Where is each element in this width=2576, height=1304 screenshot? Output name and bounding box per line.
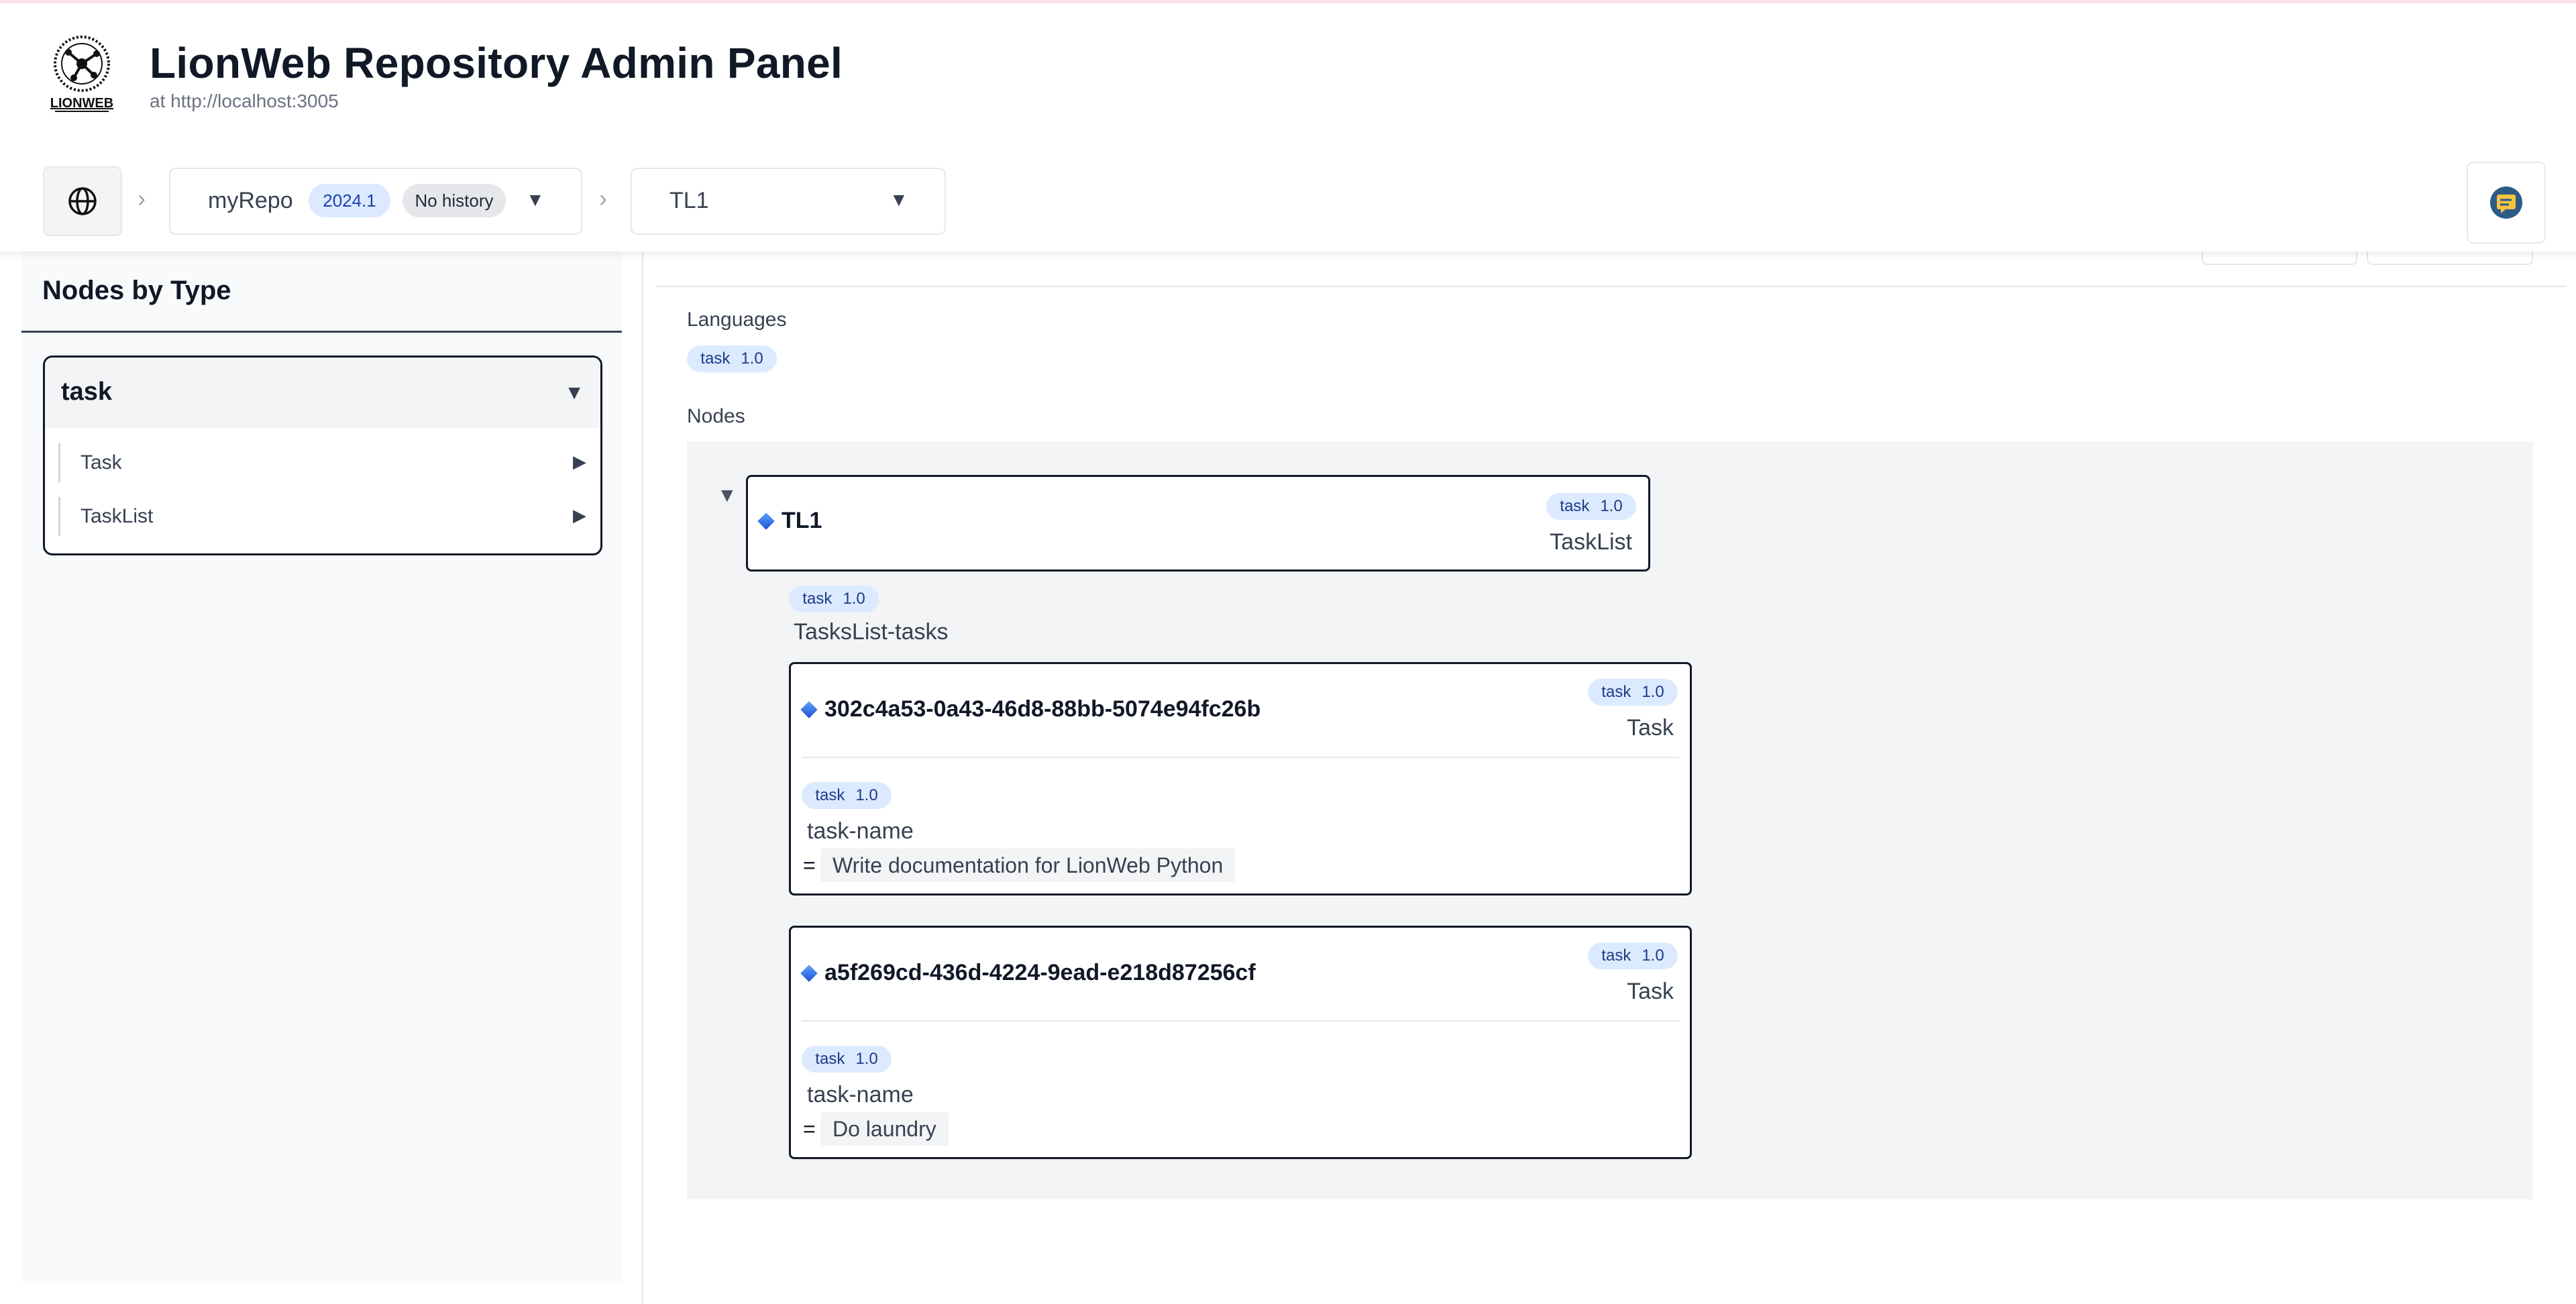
- message-icon: [2490, 186, 2522, 219]
- property-name: task-name: [807, 1082, 914, 1107]
- language-group-card: task ▼ Task ▶ TaskList ▶: [43, 356, 602, 555]
- chevron-down-icon: ▼: [526, 189, 545, 210]
- repo-name: myRepo: [208, 188, 293, 213]
- globe-button[interactable]: [43, 166, 122, 236]
- languages-heading: Languages: [687, 309, 787, 331]
- sidebar-title: Nodes by Type: [42, 276, 231, 305]
- node-id: a5f269cd-436d-4224-9ead-e218d87256cf: [800, 960, 1256, 986]
- breadcrumb-chevron-icon: ›: [138, 184, 146, 212]
- containment-name: TasksList-tasks: [794, 619, 949, 645]
- property-badge: task 1.0: [802, 782, 892, 809]
- node-selector[interactable]: TL1 ▼: [631, 168, 946, 235]
- chevron-right-icon: ▶: [573, 451, 586, 472]
- repository-selector[interactable]: myRepo 2024.1 No history ▼: [169, 168, 582, 235]
- chevron-right-icon: ▶: [573, 505, 586, 525]
- breadcrumb-chevron-icon: ›: [599, 184, 607, 212]
- history-badge: No history: [402, 184, 506, 217]
- nodes-heading: Nodes: [687, 405, 745, 427]
- property-name: task-name: [807, 818, 914, 844]
- divider: [656, 286, 2567, 287]
- toolbar-button[interactable]: [2367, 252, 2533, 265]
- chevron-down-icon: ▼: [564, 382, 584, 404]
- node-diamond-icon: [800, 964, 818, 982]
- message-button[interactable]: [2467, 162, 2546, 243]
- language-group-name: task: [61, 378, 113, 406]
- node-id: 302c4a53-0a43-46d8-88bb-5074e94fc26b: [800, 696, 1260, 722]
- type-label: TaskList: [80, 505, 154, 527]
- language-badge: task 1.0: [1588, 679, 1678, 706]
- containment-badge: task 1.0: [789, 586, 879, 612]
- sidebar: Nodes by Type task ▼ Task ▶ TaskList ▶: [21, 252, 622, 1283]
- selected-node-label: TL1: [669, 188, 709, 213]
- root-node-card[interactable]: TL1 task 1.0 TaskList: [746, 475, 1650, 572]
- child-node-card[interactable]: 302c4a53-0a43-46d8-88bb-5074e94fc26b tas…: [789, 662, 1692, 895]
- node-concept: Task: [1627, 979, 1674, 1004]
- toolbar-button[interactable]: [2202, 252, 2357, 265]
- divider: [802, 1020, 1679, 1022]
- divider: [21, 331, 622, 333]
- language-badge: task 1.0: [1546, 493, 1636, 520]
- lionweb-logo: LIONWEB: [50, 36, 113, 112]
- divider: [802, 757, 1679, 758]
- svg-text:LIONWEB: LIONWEB: [50, 96, 113, 111]
- child-node-card[interactable]: a5f269cd-436d-4224-9ead-e218d87256cf tas…: [789, 926, 1692, 1159]
- globe-icon: [68, 187, 97, 215]
- node-id: TL1: [757, 508, 822, 534]
- type-label: Task: [80, 451, 122, 474]
- app-title: LionWeb Repository Admin Panel: [150, 39, 843, 87]
- collapse-caret-icon[interactable]: ▼: [717, 484, 737, 507]
- language-badge: task 1.0: [687, 345, 777, 372]
- app-header: LIONWEB LionWeb Repository Admin Panel a…: [0, 3, 2576, 252]
- property-value-field[interactable]: Do laundry: [820, 1112, 949, 1146]
- equals-sign: =: [803, 853, 816, 877]
- chevron-down-icon: ▼: [890, 189, 908, 210]
- node-concept: Task: [1627, 715, 1674, 741]
- sidebar-item-tasklist[interactable]: TaskList ▶: [58, 497, 589, 536]
- language-badge: task 1.0: [1588, 942, 1678, 969]
- node-concept: TaskList: [1550, 529, 1632, 555]
- equals-sign: =: [803, 1117, 816, 1141]
- panel-divider: [642, 252, 643, 1304]
- property-badge: task 1.0: [802, 1046, 892, 1073]
- server-url: at http://localhost:3005: [150, 91, 339, 111]
- property-value-field[interactable]: Write documentation for LionWeb Python: [820, 849, 1236, 882]
- language-group-header[interactable]: task ▼: [45, 358, 600, 428]
- sidebar-item-task[interactable]: Task ▶: [58, 443, 589, 482]
- repo-version-badge: 2024.1: [309, 184, 390, 217]
- node-diamond-icon: [757, 512, 775, 530]
- node-diamond-icon: [800, 700, 818, 718]
